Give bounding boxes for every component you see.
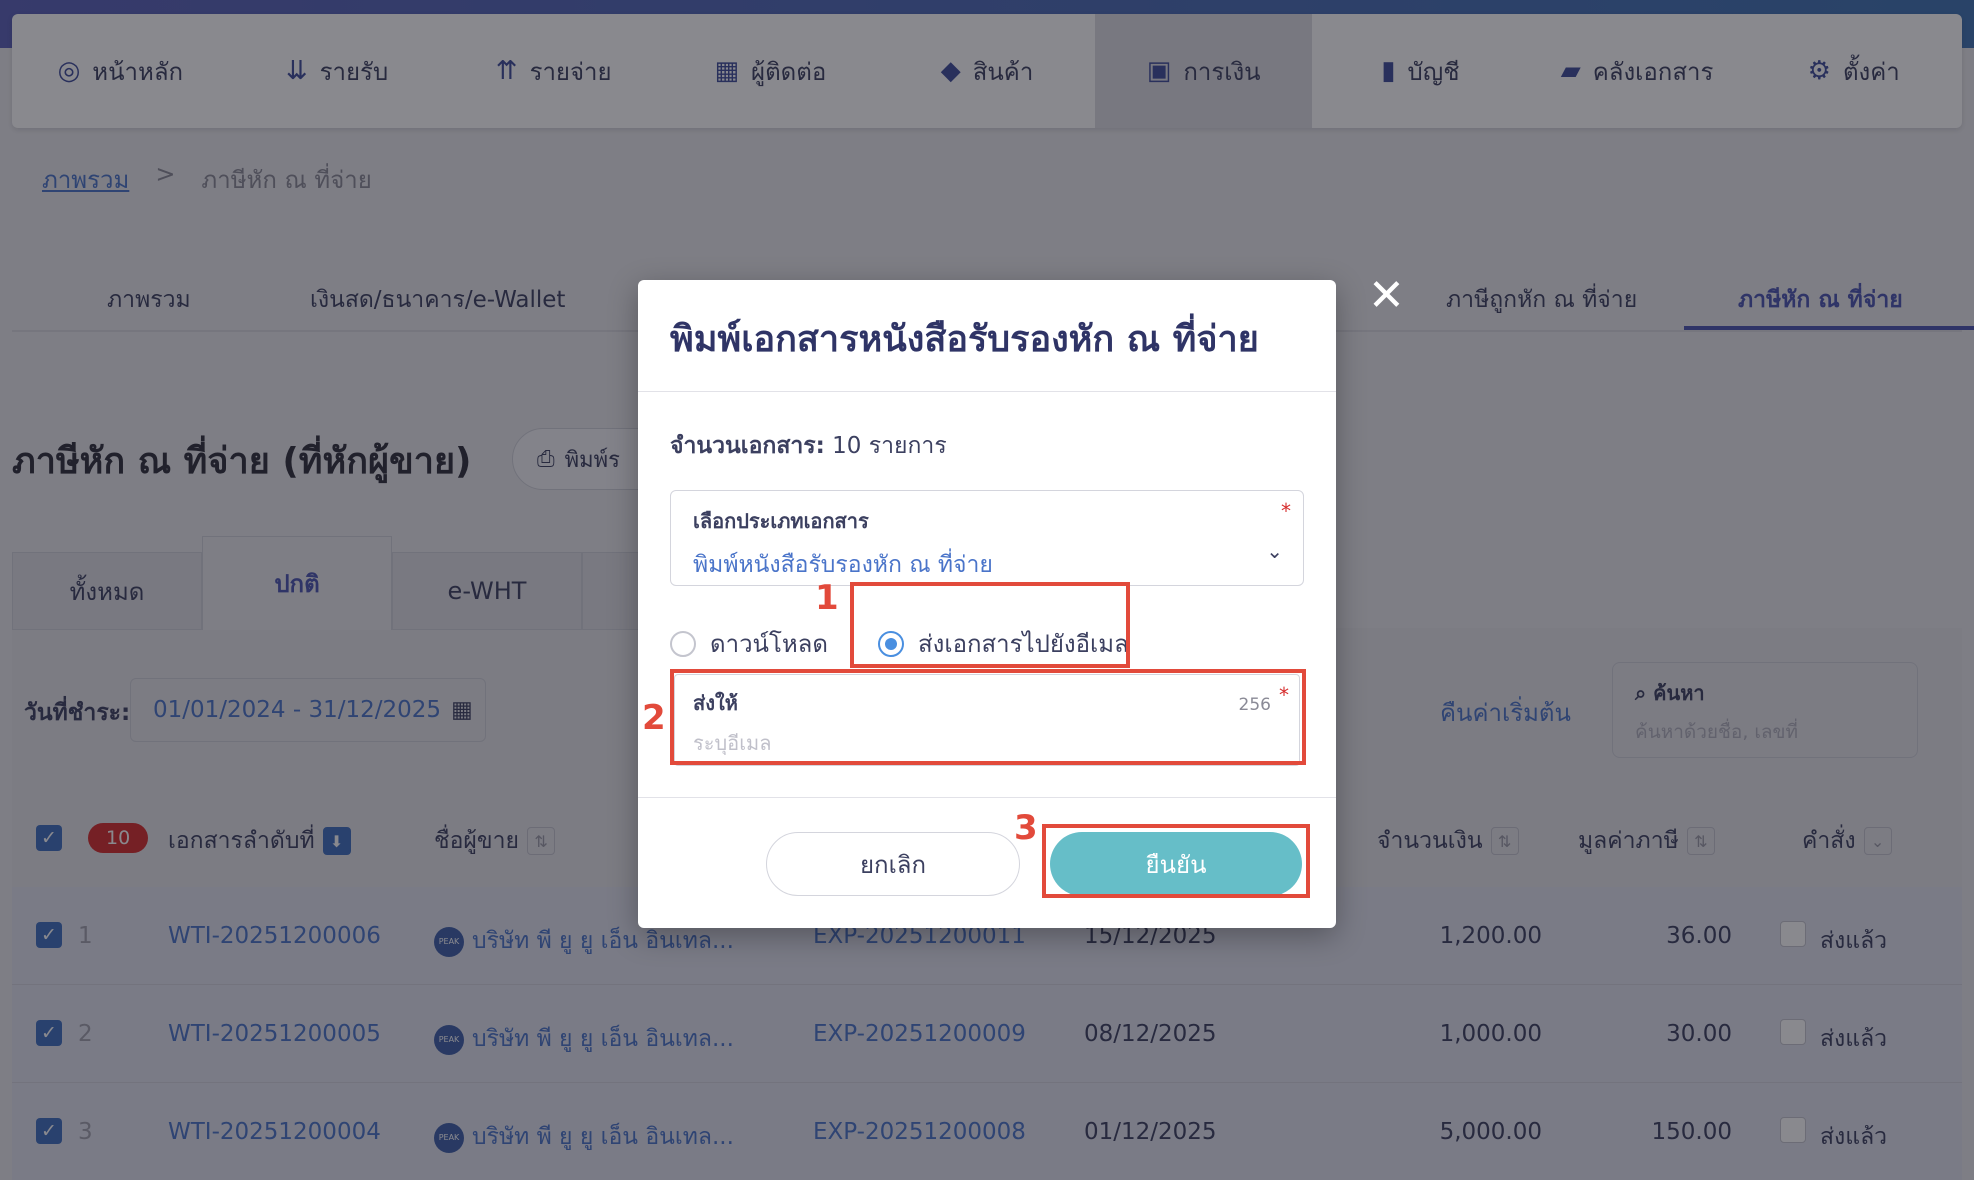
annotation-number-1: 1 <box>815 578 839 618</box>
document-type-value: พิมพ์หนังสือรับรองหัก ณ ที่จ่าย <box>693 552 993 578</box>
document-type-select[interactable]: เลือกประเภทเอกสาร พิมพ์หนังสือรับรองหัก … <box>670 490 1304 586</box>
document-count: จำนวนเอกสาร: 10 รายการ <box>670 428 1304 464</box>
dialog-title: พิมพ์เอกสารหนังสือรับรองหัก ณ ที่จ่าย <box>670 319 1259 360</box>
annotation-box-2 <box>670 669 1306 765</box>
close-icon[interactable]: ✕ <box>1368 274 1405 318</box>
document-type-label: เลือกประเภทเอกสาร <box>693 509 869 533</box>
required-icon: * <box>1281 499 1291 523</box>
annotation-box-3 <box>1042 824 1310 898</box>
option-download[interactable]: ดาวน์โหลด <box>670 624 828 663</box>
cancel-button[interactable]: ยกเลิก <box>766 832 1020 896</box>
dialog-header: พิมพ์เอกสารหนังสือรับรองหัก ณ ที่จ่าย <box>638 280 1336 392</box>
document-count-value: 10 รายการ <box>832 433 947 459</box>
document-count-label: จำนวนเอกสาร: <box>670 433 825 459</box>
chevron-down-icon: ⌄ <box>1266 539 1283 563</box>
annotation-number-3: 3 <box>1014 808 1038 848</box>
option-download-label: ดาวน์โหลด <box>710 630 828 658</box>
annotation-box-1 <box>850 582 1130 668</box>
annotation-number-2: 2 <box>642 698 666 738</box>
radio-download[interactable] <box>670 630 696 657</box>
dialog-body: จำนวนเอกสาร: 10 รายการ <box>638 392 1336 464</box>
